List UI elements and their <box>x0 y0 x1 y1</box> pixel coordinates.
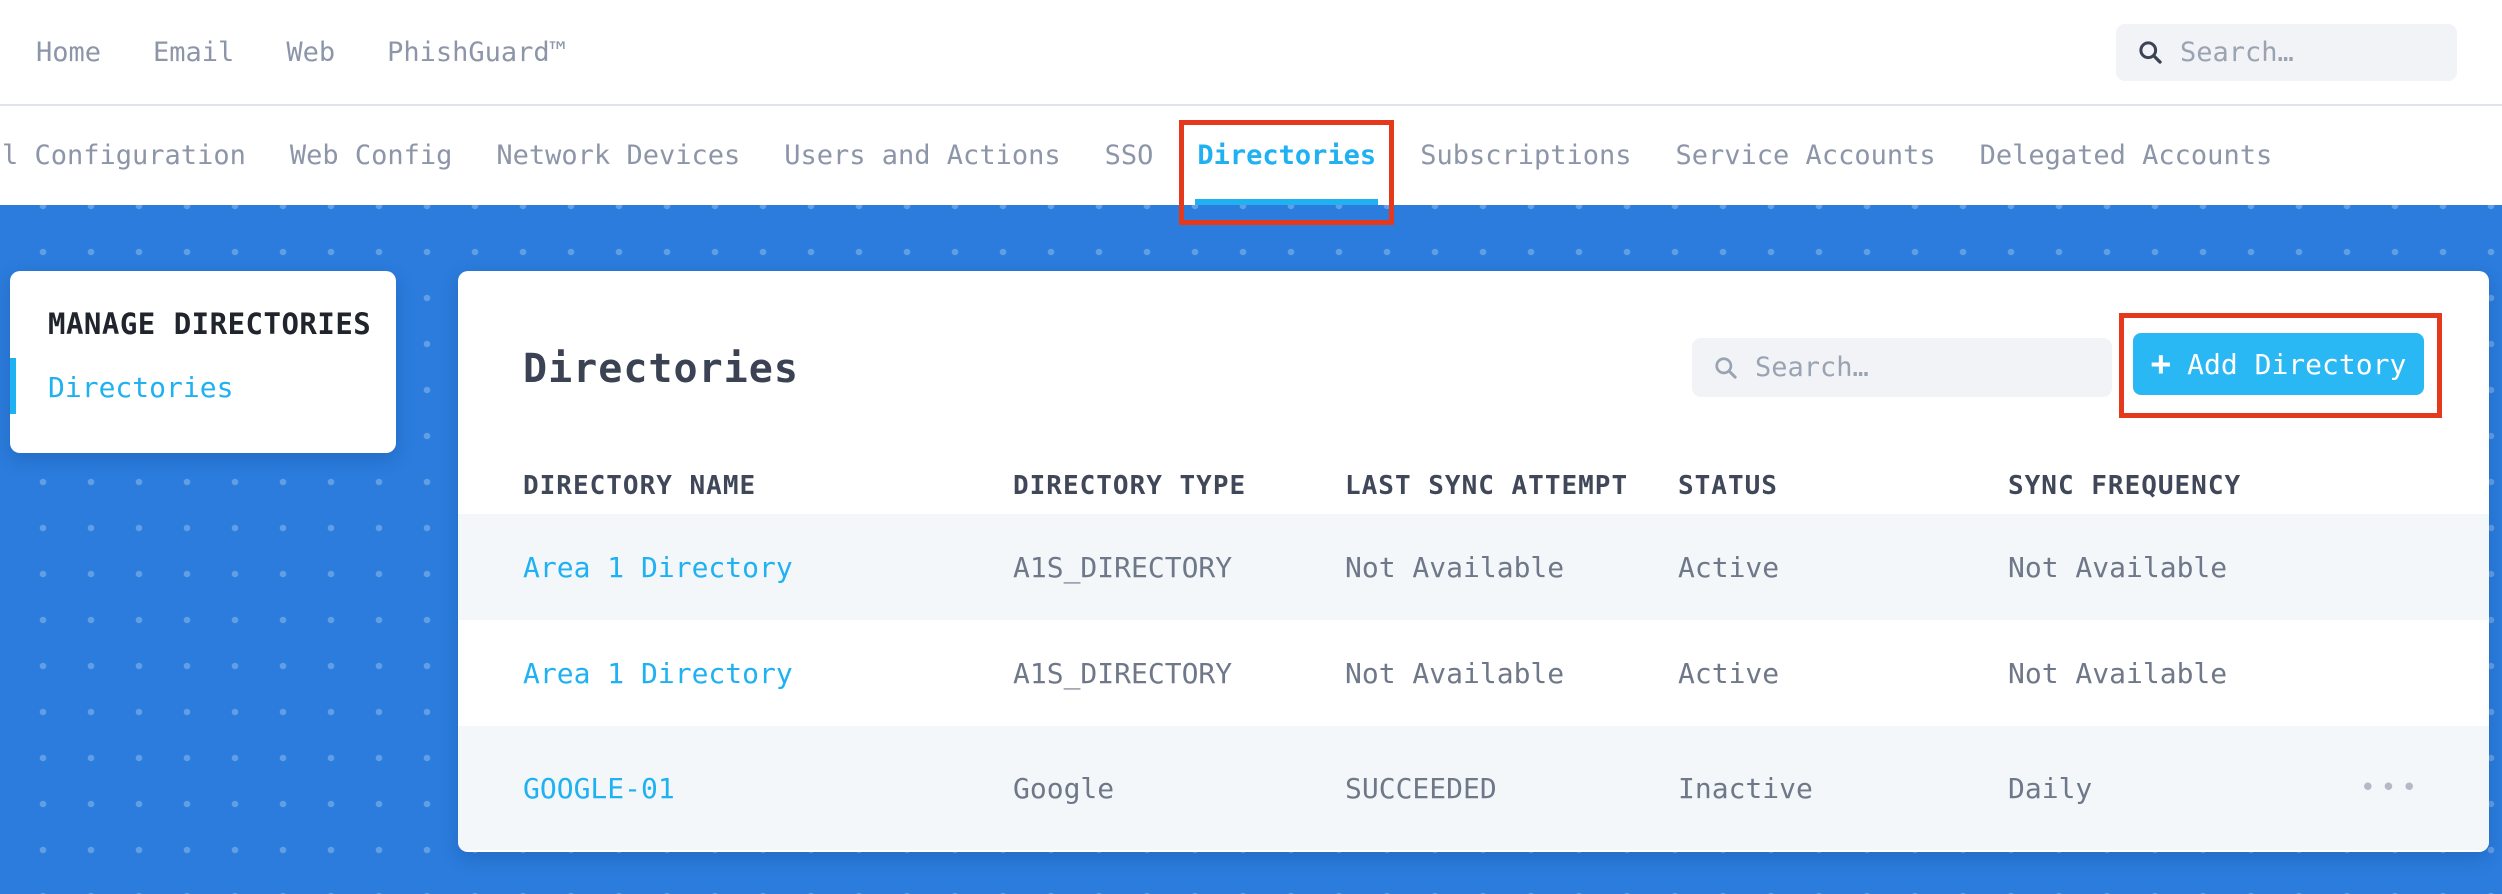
directory-type-cell: A1S_DIRECTORY <box>1013 550 1233 584</box>
tab-users-and-actions[interactable]: Users and Actions <box>784 106 1060 205</box>
tab-label: Subscriptions <box>1420 140 1632 171</box>
side-card-title: MANAGE DIRECTORIES <box>48 307 372 341</box>
nav-item-web[interactable]: Web <box>286 37 335 68</box>
tab-l-configuration[interactable]: l Configuration <box>2 106 246 205</box>
tab-sso[interactable]: SSO <box>1105 106 1154 205</box>
nav-item-email[interactable]: Email <box>153 37 234 68</box>
directory-type-cell: Google <box>1013 771 1115 805</box>
column-header-directory-name: DIRECTORY NAME <box>523 471 757 501</box>
global-search[interactable] <box>2116 23 2457 81</box>
secondary-tab-bar: l Configuration Web Config Network Devices… <box>0 104 2502 225</box>
tab-label: l Configuration <box>2 140 246 171</box>
directories-table: DIRECTORY NAME DIRECTORY TYPE LAST SYNC AT… <box>458 458 2489 850</box>
tab-label: Delegated Accounts <box>1979 140 2273 171</box>
last-sync-cell: Not Available <box>1345 656 1565 690</box>
tab-label: Network Devices <box>496 140 741 171</box>
tab-service-accounts[interactable]: Service Accounts <box>1676 106 1936 205</box>
directory-name-link[interactable]: GOOGLE-01 <box>523 772 1013 805</box>
last-sync-cell: SUCCEEDED <box>1345 771 1497 805</box>
page-background: MANAGE DIRECTORIES Directories Directori… <box>0 205 2502 894</box>
table-row: GOOGLE-01 Google SUCCEEDED Inactive Daily ••• <box>458 726 2489 850</box>
sidebar-item-directories[interactable]: Directories <box>10 358 396 414</box>
tab-label: Service Accounts <box>1675 140 1936 171</box>
table-search[interactable] <box>1692 338 2112 397</box>
tab-delegated-accounts[interactable]: Delegated Accounts <box>1980 106 2273 205</box>
last-sync-cell: Not Available <box>1345 550 1565 584</box>
annotation-box-add-directory: + Add Directory <box>2119 313 2442 418</box>
tab-label: Directories <box>1197 140 1377 171</box>
status-cell: Inactive <box>1678 771 1813 805</box>
tab-web-config[interactable]: Web Config <box>290 106 453 205</box>
add-directory-button[interactable]: + Add Directory <box>2133 333 2424 395</box>
directory-type-cell: A1S_DIRECTORY <box>1013 656 1233 690</box>
tab-network-devices[interactable]: Network Devices <box>496 106 740 205</box>
tab-label: SSO <box>1104 140 1154 171</box>
search-icon <box>2139 41 2162 64</box>
column-header-last-sync-attempt: LAST SYNC ATTEMPT <box>1345 471 1629 501</box>
tab-label: Users and Actions <box>784 140 1061 171</box>
table-row: Area 1 Directory A1S_DIRECTORY Not Availab… <box>458 620 2489 726</box>
nav-item-phishguard[interactable]: PhishGuard™ <box>387 37 566 68</box>
sync-frequency-cell: Not Available <box>2008 656 2228 690</box>
active-item-indicator <box>10 358 16 414</box>
panel-title: Directories <box>523 346 799 392</box>
sync-frequency-cell: Not Available <box>2008 550 2228 584</box>
search-icon <box>1715 357 1737 379</box>
panel-header: Directories + Add Directory <box>458 271 2489 458</box>
directories-panel: Directories + Add Directory DIRECTORY NA… <box>458 271 2489 852</box>
manage-directories-card: MANAGE DIRECTORIES Directories <box>10 271 396 453</box>
row-actions-menu-icon[interactable]: ••• <box>2358 773 2424 803</box>
table-header-row: DIRECTORY NAME DIRECTORY TYPE LAST SYNC AT… <box>458 458 2489 514</box>
tab-label: Web Config <box>289 140 453 171</box>
sidebar-item-label: Directories <box>48 371 234 404</box>
nav-item-home[interactable]: Home <box>36 37 101 68</box>
status-cell: Active <box>1678 656 1780 690</box>
tab-directories[interactable]: Directories <box>1179 106 1395 225</box>
tab-subscriptions[interactable]: Subscriptions <box>1420 106 1631 205</box>
primary-nav: Home Email Web PhishGuard™ <box>0 37 566 68</box>
add-directory-label: Add Directory <box>2187 347 2407 381</box>
directory-name-link[interactable]: Area 1 Directory <box>523 657 1013 690</box>
column-header-directory-type: DIRECTORY TYPE <box>1013 471 1247 501</box>
table-search-input[interactable] <box>1755 352 2092 383</box>
directory-name-link[interactable]: Area 1 Directory <box>523 551 1013 584</box>
column-header-sync-frequency: SYNC FREQUENCY <box>2008 471 2242 501</box>
table-row: Area 1 Directory A1S_DIRECTORY Not Availab… <box>458 514 2489 620</box>
top-navigation-bar: Home Email Web PhishGuard™ <box>0 0 2502 104</box>
column-header-status: STATUS <box>1678 471 1778 501</box>
plus-icon: + <box>2150 344 2172 384</box>
status-cell: Active <box>1678 550 1780 584</box>
global-search-input[interactable] <box>2180 36 2437 68</box>
sync-frequency-cell: Daily <box>2008 771 2093 805</box>
